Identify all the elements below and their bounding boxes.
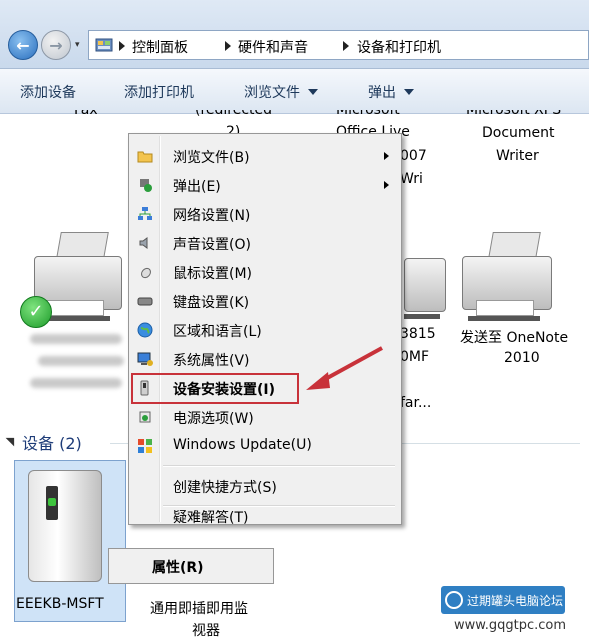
forum-url: www.gqgtpc.com — [454, 618, 566, 633]
onenote-label-1[interactable]: 发送至 OneNote — [460, 327, 568, 347]
forward-button[interactable]: → — [41, 30, 71, 60]
menu-item-label: 属性(R) — [152, 560, 204, 576]
forum-logo-icon — [445, 591, 463, 609]
menu-item-label: 浏览文件(B) — [173, 150, 250, 166]
command-bar: 添加设备 添加打印机 浏览文件 弹出 — [0, 69, 589, 114]
menu-item-keyboard-settings[interactable]: 键盘设置(K) — [131, 287, 399, 315]
menu-item-label: 网络设置(N) — [173, 208, 251, 224]
onenote-label-2[interactable]: 2010 — [504, 350, 540, 366]
menu-item-browse-files[interactable]: 浏览文件(B) — [131, 142, 399, 170]
menu-item-network-settings[interactable]: 网络设置(N) — [131, 200, 399, 228]
forum-name: 过期罐头电脑论坛 — [467, 593, 564, 608]
menu-item-label: Windows Update(U) — [173, 437, 312, 453]
breadcrumb-control-panel[interactable]: 控制面板 — [132, 37, 188, 57]
recent-pages-dropdown[interactable]: ▾ — [75, 40, 80, 50]
breadcrumb-hardware-sound[interactable]: 硬件和声音 — [238, 37, 308, 57]
highlight-box — [131, 373, 299, 404]
monitor-label-2[interactable]: 视器 — [192, 620, 220, 640]
menu-item-create-shortcut[interactable]: 创建快捷方式(S) — [131, 472, 399, 500]
drive-led — [48, 498, 56, 506]
device-eeekb-label[interactable]: EEEKB-MSFT — [16, 596, 104, 612]
breadcrumb[interactable]: 控制面板 硬件和声音 设备和打印机 — [88, 30, 589, 60]
network-icon — [138, 207, 152, 220]
section-header-devices[interactable]: 设备 (2) — [22, 430, 82, 454]
menu-item-label: 电源选项(W) — [173, 411, 254, 427]
printer-mid-label-3[interactable]: far... — [400, 395, 431, 411]
blurred-label — [30, 334, 122, 344]
menu-item-label: 弹出(E) — [173, 179, 221, 195]
speaker-icon — [139, 237, 148, 249]
submenu-arrow-icon — [384, 152, 389, 160]
add-device-button[interactable]: 添加设备 — [20, 82, 76, 102]
monitor-label-1[interactable]: 通用即插即用监 — [150, 598, 248, 618]
eject-button[interactable]: 弹出 — [368, 82, 414, 102]
xps-label-2[interactable]: Document — [482, 125, 555, 141]
keyboard-icon — [137, 297, 153, 306]
xps-label-3[interactable]: Writer — [496, 148, 539, 164]
eject-label: 弹出 — [368, 85, 396, 101]
menu-item-label: 鼠标设置(M) — [173, 266, 253, 282]
red-arrow-annotation — [306, 346, 383, 390]
menu-item-properties[interactable]: 属性(R) — [108, 548, 274, 584]
menu-item-windows-update[interactable]: Windows Update(U) — [131, 432, 399, 460]
printer-mid-label-2[interactable]: 0MF — [400, 349, 429, 365]
add-printer-button[interactable]: 添加打印机 — [124, 82, 194, 102]
menu-item-label: 区域和语言(L) — [173, 324, 262, 340]
breadcrumb-separator-icon[interactable] — [119, 41, 125, 51]
breadcrumb-separator-icon[interactable] — [225, 41, 231, 51]
blurred-label — [38, 356, 124, 366]
office-live-label-3[interactable]: 007 — [400, 148, 427, 164]
power-icon — [139, 411, 151, 423]
menu-item-label: 创建快捷方式(S) — [173, 480, 277, 496]
printer-mid-label-1[interactable]: 3815 — [400, 326, 436, 342]
context-menu: 浏览文件(B) 弹出(E) 网络设置(N) 声音设置(O) 鼠标设置(M) 键盘… — [128, 133, 402, 525]
default-checkmark-icon: ✓ — [20, 296, 52, 328]
submenu-arrow-icon — [384, 181, 389, 189]
chevron-down-icon — [404, 89, 414, 95]
external-drive-icon — [28, 470, 102, 582]
menu-item-label: 系统属性(V) — [173, 353, 250, 369]
globe-icon — [137, 322, 153, 338]
office-live-label-4[interactable]: Wri — [400, 171, 423, 187]
mouse-icon — [141, 267, 151, 279]
address-bar: ← → ▾ 控制面板 硬件和声音 设备和打印机 — [0, 0, 589, 69]
menu-item-label: 疑难解答(T) — [173, 510, 249, 524]
menu-separator — [163, 465, 395, 467]
breadcrumb-separator-icon[interactable] — [343, 41, 349, 51]
menu-separator — [163, 505, 395, 507]
blurred-label — [30, 378, 122, 388]
folder-icon — [137, 151, 153, 163]
browse-files-label: 浏览文件 — [244, 85, 300, 101]
menu-item-troubleshoot[interactable]: 疑难解答(T) — [131, 510, 399, 524]
computer-icon — [137, 352, 153, 366]
chevron-down-icon — [308, 89, 318, 95]
menu-item-sound-settings[interactable]: 声音设置(O) — [131, 229, 399, 257]
menu-item-label: 键盘设置(K) — [173, 295, 250, 311]
forum-watermark: 过期罐头电脑论坛 — [441, 586, 565, 614]
menu-item-power-options[interactable]: 电源选项(W) — [131, 403, 399, 431]
control-panel-icon — [95, 38, 113, 52]
menu-item-label: 声音设置(O) — [173, 237, 251, 253]
windows-update-icon — [138, 439, 152, 453]
back-button[interactable]: ← — [8, 30, 38, 60]
browse-files-button[interactable]: 浏览文件 — [244, 82, 318, 102]
breadcrumb-devices-printers[interactable]: 设备和打印机 — [357, 37, 441, 57]
eject-icon — [140, 179, 152, 192]
menu-item-mouse-settings[interactable]: 鼠标设置(M) — [131, 258, 399, 286]
menu-item-eject[interactable]: 弹出(E) — [131, 171, 399, 199]
